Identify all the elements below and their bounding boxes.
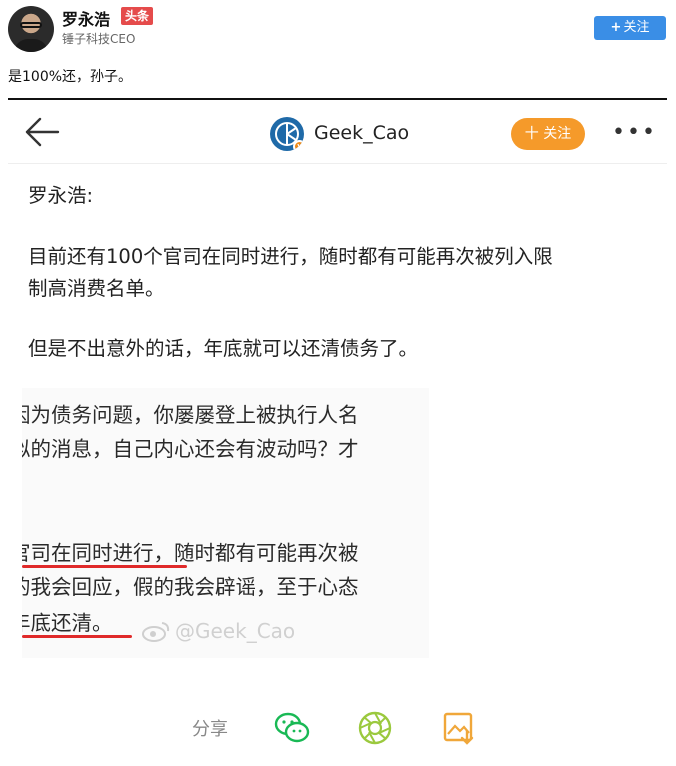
more-icon[interactable]: ••• xyxy=(612,120,655,145)
share-row: 分享 xyxy=(8,703,667,753)
author-name[interactable]: 罗永浩 xyxy=(62,6,110,30)
red-underline xyxy=(22,565,187,568)
body-line: 目前还有100个官司在同时进行，随时都有可能再次被列入限 xyxy=(28,245,553,268)
verified-v-icon: v xyxy=(293,140,304,151)
screenshot-follow-button[interactable]: 十 关注 xyxy=(511,118,585,150)
avatar-glasses xyxy=(20,22,42,28)
weibo-logo-icon xyxy=(142,622,170,642)
body-line: 制高消费名单。 xyxy=(28,277,165,300)
watermark: @Geek_Cao xyxy=(141,619,295,643)
cropped-line: 似的消息，自己内心还会有波动吗？才 xyxy=(22,437,359,461)
post-text: 是100%还，孙子。 xyxy=(8,69,133,85)
source-badge: 头条 xyxy=(121,7,154,25)
moments-icon[interactable] xyxy=(356,709,394,747)
screenshot-topbar: v Geek_Cao 十 关注 ••• xyxy=(8,98,667,164)
red-underline xyxy=(22,635,132,638)
avatar-shirt xyxy=(14,39,48,52)
author-title: 锤子科技CEO xyxy=(62,32,136,46)
follow-button[interactable]: + 关注 xyxy=(594,16,666,40)
wechat-icon[interactable] xyxy=(273,709,311,747)
body-line: 罗永浩: xyxy=(28,184,94,207)
cropped-line: 因为债务问题，你屡屡登上被执行人名 xyxy=(22,403,359,427)
follow-label: 关注 xyxy=(623,20,650,35)
cropped-image: 因为债务问题，你屡屡登上被执行人名 似的消息，自己内心还会有波动吗？才 官司在同… xyxy=(22,388,429,658)
save-image-icon[interactable] xyxy=(440,709,478,747)
cropped-line: 的我会回应，假的我会辟谣，至于心态 xyxy=(22,575,359,599)
back-arrow-icon[interactable] xyxy=(22,114,62,150)
plus-icon: + xyxy=(610,20,622,35)
cropped-line: 官司在同时进行，随时都有可能再次被 xyxy=(22,541,359,565)
watermark-text: @Geek_Cao xyxy=(175,619,296,643)
screenshot-username[interactable]: Geek_Cao xyxy=(314,122,409,144)
body-line: 但是不出意外的话，年底就可以还清债务了。 xyxy=(28,337,419,360)
author-avatar[interactable] xyxy=(8,6,54,52)
embedded-screenshot[interactable]: v Geek_Cao 十 关注 ••• 罗永浩: 目前还有100个官司在同时进行… xyxy=(8,98,667,766)
screenshot-avatar[interactable]: v xyxy=(270,117,304,151)
cropped-line: 年底还清。 xyxy=(22,611,113,635)
post-header: 罗永浩 头条 锤子科技CEO + 关注 xyxy=(0,0,676,62)
share-label: 分享 xyxy=(192,719,228,740)
